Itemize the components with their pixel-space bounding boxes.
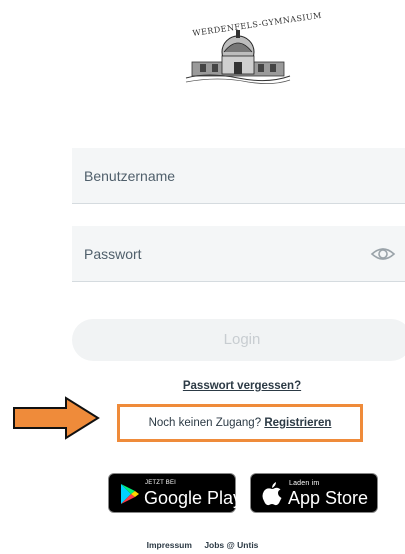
apple-icon bbox=[262, 482, 282, 506]
username-field[interactable] bbox=[72, 148, 405, 204]
google-play-label: Google Play bbox=[144, 488, 243, 508]
password-input[interactable] bbox=[72, 226, 405, 281]
google-play-badge[interactable]: JETZT BEI Google Play bbox=[108, 473, 242, 513]
login-button[interactable]: Login bbox=[72, 319, 405, 361]
impressum-link[interactable]: Impressum bbox=[147, 540, 192, 550]
register-prompt: Noch keinen Zugang? bbox=[148, 417, 262, 429]
app-store-small-text: Laden im bbox=[289, 480, 320, 487]
app-store-label: App Store bbox=[288, 488, 369, 508]
google-play-icon bbox=[121, 484, 139, 504]
forgot-password-link[interactable]: Passwort vergessen? bbox=[72, 380, 405, 392]
app-store-badge[interactable]: Laden im App Store bbox=[250, 473, 378, 513]
google-play-small-text: JETZT BEI bbox=[145, 480, 177, 486]
register-highlight-box: Noch keinen Zugang? Registrieren bbox=[117, 404, 363, 442]
footer: Impressum Jobs @ Untis bbox=[0, 540, 405, 550]
password-field[interactable] bbox=[72, 226, 405, 282]
show-password-eye-icon[interactable] bbox=[370, 242, 396, 266]
jobs-link[interactable]: Jobs @ Untis bbox=[204, 540, 258, 550]
annotation-arrow-icon bbox=[13, 396, 100, 440]
register-link[interactable]: Registrieren bbox=[264, 417, 331, 429]
username-input[interactable] bbox=[72, 148, 405, 203]
